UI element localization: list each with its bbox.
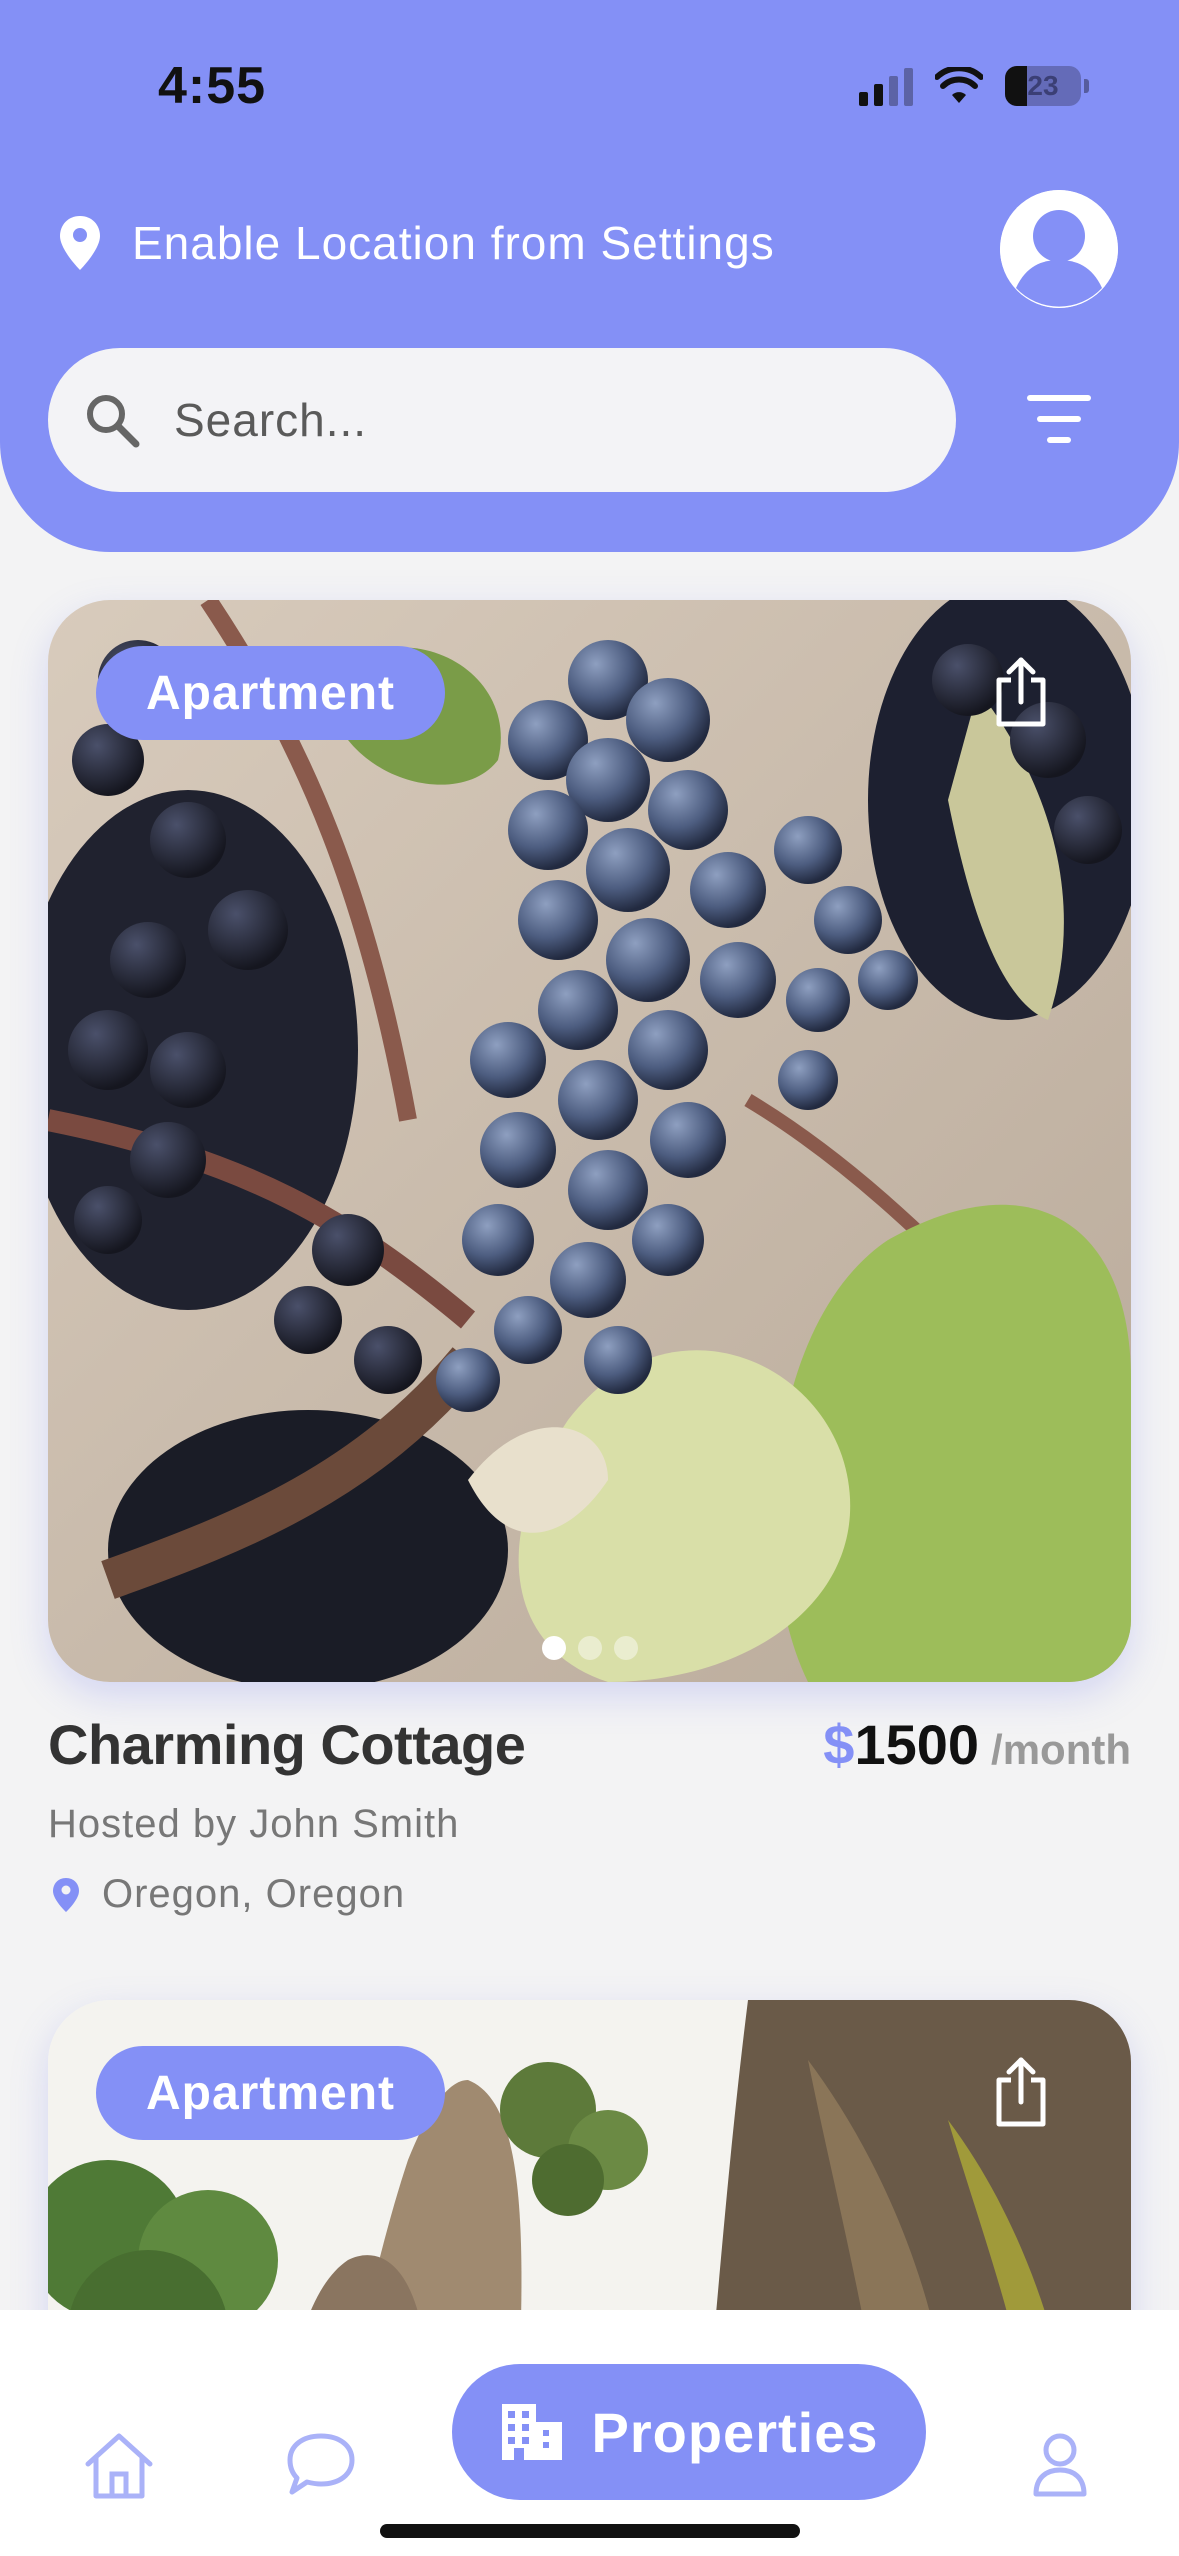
grapes-photo <box>48 600 1131 1682</box>
cellular-signal-icon <box>859 66 913 106</box>
battery-icon: 23 <box>1005 66 1089 106</box>
avatar-button[interactable] <box>1000 190 1118 308</box>
carousel-dot[interactable] <box>541 1636 566 1660</box>
listing-title[interactable]: Charming Cottage <box>48 1712 526 1777</box>
search-bar[interactable] <box>48 348 956 492</box>
listing-image-carousel[interactable]: Apartment <box>48 600 1131 1682</box>
status-time: 4:55 <box>158 57 267 115</box>
avatar-icon <box>1000 190 1118 308</box>
tab-properties[interactable]: Properties <box>452 2364 926 2500</box>
chat-icon[interactable] <box>286 2432 356 2496</box>
location-pin-icon <box>60 216 100 270</box>
property-type-badge: Apartment <box>96 2046 446 2140</box>
bottom-nav: Properties <box>0 2310 1179 2556</box>
location-text: Enable Location from Settings <box>132 217 775 269</box>
listing-host: Hosted by John Smith <box>48 1802 460 1846</box>
tab-properties-label: Properties <box>591 2400 879 2464</box>
status-icons: 23 <box>859 64 1089 108</box>
carousel-dot[interactable] <box>613 1636 638 1660</box>
property-type-badge: Apartment <box>96 646 446 740</box>
listing-price: $ 1500 /month <box>823 1712 1131 1777</box>
location-pin-icon <box>53 1877 79 1912</box>
price-amount: 1500 <box>854 1713 980 1776</box>
properties-screen: 4:55 23 Enable Location from Settings Se… <box>0 0 1179 2556</box>
search-input[interactable] <box>174 393 874 447</box>
carousel-dot[interactable] <box>577 1636 602 1660</box>
wifi-icon <box>935 67 983 103</box>
home-indicator <box>380 2524 800 2538</box>
location-prompt[interactable]: Enable Location from Settings <box>58 214 775 272</box>
price-currency: $ <box>823 1713 855 1776</box>
share-icon[interactable] <box>991 2056 1051 2128</box>
listing-location: Oregon, Oregon <box>52 1872 405 1917</box>
share-icon[interactable] <box>991 656 1051 728</box>
filter-icon[interactable] <box>1026 392 1092 446</box>
profile-icon[interactable] <box>1032 2432 1088 2498</box>
listing-location-text: Oregon, Oregon <box>102 1872 406 1916</box>
search-icon <box>87 395 140 448</box>
home-icon[interactable] <box>82 2430 156 2500</box>
battery-level: 23 <box>1027 70 1059 101</box>
price-period: /month <box>991 1726 1131 1773</box>
carousel-dots <box>48 1636 1131 1660</box>
header: 4:55 23 Enable Location from Settings <box>0 0 1179 552</box>
building-icon <box>501 2404 562 2460</box>
